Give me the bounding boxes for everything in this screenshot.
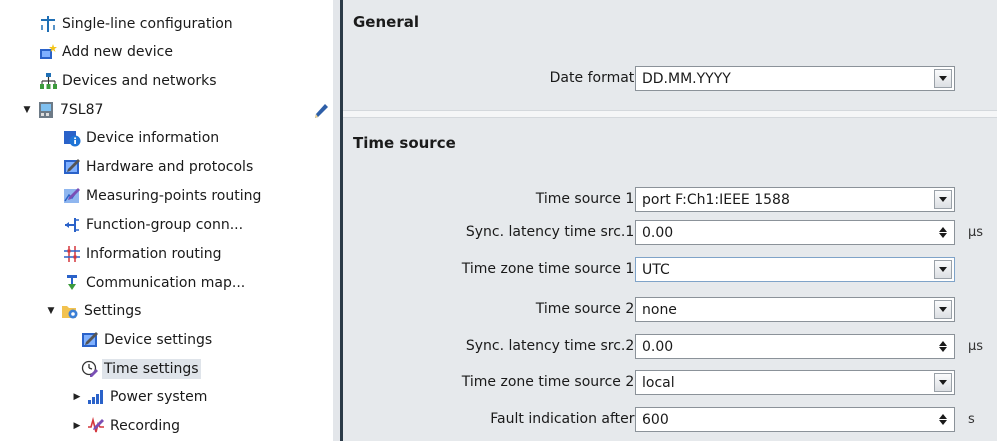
routing-icon xyxy=(62,244,82,264)
time-zone-1-dropdown[interactable]: UTC xyxy=(635,257,955,282)
tree-item-label: Information routing xyxy=(86,246,222,262)
add-device-icon xyxy=(38,42,58,62)
function-group-icon xyxy=(62,215,82,235)
device-icon xyxy=(36,100,56,120)
power-system-icon xyxy=(86,387,106,407)
tree-item-label: Add new device xyxy=(62,44,173,60)
section-title-time-source: Time source xyxy=(353,134,456,152)
sync-latency-2-value: 0.00 xyxy=(642,338,674,355)
time-source-1-value: port F:Ch1:IEEE 1588 xyxy=(642,191,790,208)
device-settings-icon xyxy=(80,330,100,350)
time-zone-2-value: local xyxy=(642,374,675,391)
tree-item-device-information[interactable]: Device information xyxy=(62,124,221,152)
tree-item-hardware-and-protocols[interactable]: Hardware and protocols xyxy=(62,153,255,181)
time-zone-1-label: Time zone time source 1: xyxy=(461,261,639,277)
time-source-2-label: Time source 2: xyxy=(535,301,639,317)
unit-label: s xyxy=(968,412,975,427)
time-zone-2-label: Time zone time source 2: xyxy=(461,374,639,390)
tree-item-function-group-conn[interactable]: Function-group conn... xyxy=(62,211,245,239)
tree-item-label: Function-group conn... xyxy=(86,217,244,233)
chevron-down-icon[interactable] xyxy=(934,373,952,392)
sync-latency-1-label: Sync. latency time src.1: xyxy=(465,224,639,240)
time-zone-1-value: UTC xyxy=(642,261,670,278)
tree-item-label: Hardware and protocols xyxy=(86,159,254,175)
collapse-arrow-icon[interactable]: ▶ xyxy=(70,392,84,402)
sync-latency-1-row: Sync. latency time src.1: 0.00 µs xyxy=(343,220,997,246)
time-source-2-dropdown[interactable]: none xyxy=(635,297,955,322)
spinner-arrows-icon[interactable] xyxy=(934,410,952,429)
unit-label: µs xyxy=(968,225,984,240)
project-tree: Single-line configuration Add new device… xyxy=(0,0,333,441)
section-title-general: General xyxy=(353,13,419,31)
tree-item-single-line[interactable]: Single-line configuration xyxy=(38,10,235,38)
unit-label: µs xyxy=(968,339,984,354)
settings-panel: General Date format: DD.MM.YYYY Time sou… xyxy=(343,0,997,441)
fault-indication-row: Fault indication after: 600 s xyxy=(343,407,997,433)
spinner-arrows-icon[interactable] xyxy=(934,223,952,242)
communication-icon xyxy=(62,273,82,293)
tree-item-time-settings[interactable]: Time settings xyxy=(80,355,201,383)
fault-indication-label: Fault indication after: xyxy=(490,411,639,427)
tree-item-communication-map[interactable]: Communication map... xyxy=(62,269,247,297)
time-source-2-row: Time source 2: none xyxy=(343,297,997,323)
sync-latency-1-value: 0.00 xyxy=(642,224,674,241)
tree-item-settings[interactable]: ▼ Settings xyxy=(44,297,143,325)
sync-latency-2-label: Sync. latency time src.2: xyxy=(465,338,639,354)
time-zone-2-row: Time zone time source 2: local xyxy=(343,370,997,396)
tree-item-add-new-device[interactable]: Add new device xyxy=(38,38,175,66)
hardware-icon xyxy=(62,157,82,177)
expand-arrow-icon[interactable]: ▼ xyxy=(20,105,34,115)
tree-item-label: Measuring-points routing xyxy=(86,188,262,204)
spinner-arrows-icon[interactable] xyxy=(934,337,952,356)
sync-latency-2-spinner[interactable]: 0.00 xyxy=(635,334,955,359)
edit-pencil-icon[interactable] xyxy=(313,103,329,119)
tree-item-7sl87[interactable]: ▼ 7SL87 xyxy=(20,96,105,124)
clock-icon xyxy=(80,359,100,379)
sync-latency-1-spinner[interactable]: 0.00 xyxy=(635,220,955,245)
fault-indication-spinner[interactable]: 600 xyxy=(635,407,955,432)
time-source-1-label: Time source 1: xyxy=(535,191,639,207)
tree-item-label: Device information xyxy=(86,130,220,146)
tree-item-power-system[interactable]: ▶ Power system xyxy=(70,383,209,411)
tree-item-label: Single-line configuration xyxy=(62,16,233,32)
chevron-down-icon[interactable] xyxy=(934,69,952,88)
settings-folder-icon xyxy=(60,301,80,321)
chevron-down-icon[interactable] xyxy=(934,190,952,209)
tree-item-label: Power system xyxy=(110,389,208,405)
tree-item-information-routing[interactable]: Information routing xyxy=(62,240,224,268)
date-format-dropdown[interactable]: DD.MM.YYYY xyxy=(635,66,955,91)
fault-indication-value: 600 xyxy=(642,411,669,428)
date-format-row: Date format: DD.MM.YYYY xyxy=(343,66,997,92)
measuring-icon xyxy=(62,186,82,206)
tree-item-device-settings[interactable]: Device settings xyxy=(80,326,214,354)
tree-item-label: Communication map... xyxy=(86,275,246,291)
sync-latency-2-row: Sync. latency time src.2: 0.00 µs xyxy=(343,334,997,360)
chevron-down-icon[interactable] xyxy=(934,260,952,279)
section-divider xyxy=(343,110,997,118)
network-icon xyxy=(38,71,58,91)
chevron-down-icon[interactable] xyxy=(934,300,952,319)
tree-item-label: Devices and networks xyxy=(62,73,217,89)
tree-item-label: Recording xyxy=(110,418,181,434)
single-line-icon xyxy=(38,14,58,34)
time-source-1-row: Time source 1: port F:Ch1:IEEE 1588 xyxy=(343,187,997,213)
tree-item-label: 7SL87 xyxy=(60,102,104,118)
date-format-value: DD.MM.YYYY xyxy=(642,70,731,87)
tree-item-measuring-points-routing[interactable]: Measuring-points routing xyxy=(62,182,263,210)
tree-item-label: Time settings xyxy=(102,359,201,379)
tree-item-devices-and-networks[interactable]: Devices and networks xyxy=(38,67,219,95)
info-icon xyxy=(62,128,82,148)
time-zone-2-dropdown[interactable]: local xyxy=(635,370,955,395)
time-source-1-dropdown[interactable]: port F:Ch1:IEEE 1588 xyxy=(635,187,955,212)
time-source-2-value: none xyxy=(642,301,677,318)
tree-item-label: Settings xyxy=(84,303,142,319)
tree-item-label: Device settings xyxy=(104,332,213,348)
recording-icon xyxy=(86,416,106,436)
date-format-label: Date format: xyxy=(549,70,639,86)
expand-arrow-icon[interactable]: ▼ xyxy=(44,306,58,316)
tree-item-recording[interactable]: ▶ Recording xyxy=(70,412,182,440)
time-zone-1-row: Time zone time source 1: UTC xyxy=(343,257,997,283)
collapse-arrow-icon[interactable]: ▶ xyxy=(70,421,84,431)
